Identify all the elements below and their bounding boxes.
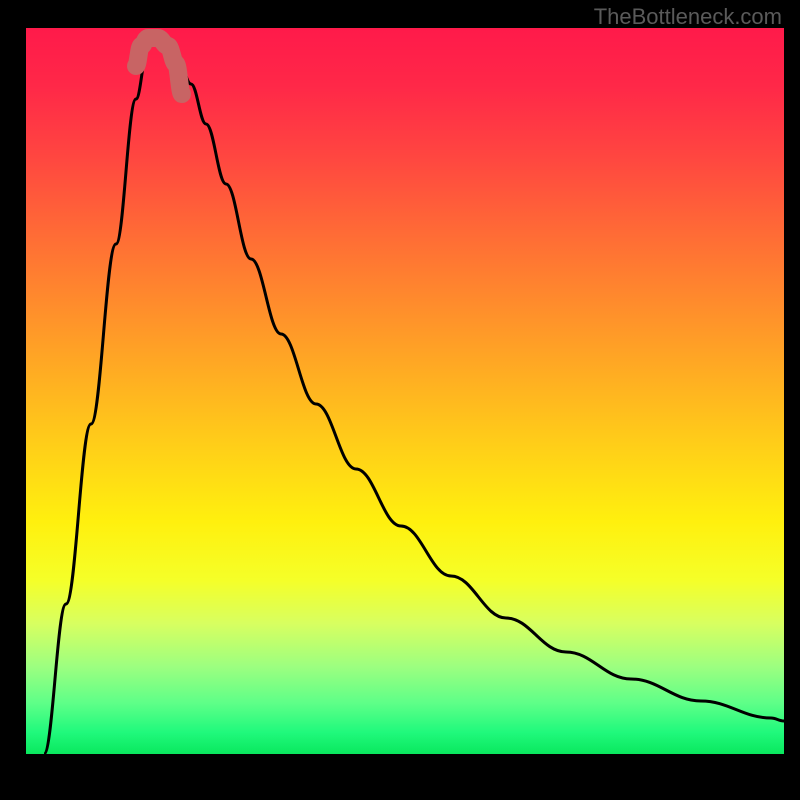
watermark-text: TheBottleneck.com: [594, 4, 782, 30]
chart-svg: [26, 28, 784, 754]
chart-gradient-area: [26, 28, 784, 754]
bottleneck-curve-path: [44, 40, 784, 754]
marker-j-path: [136, 38, 182, 94]
